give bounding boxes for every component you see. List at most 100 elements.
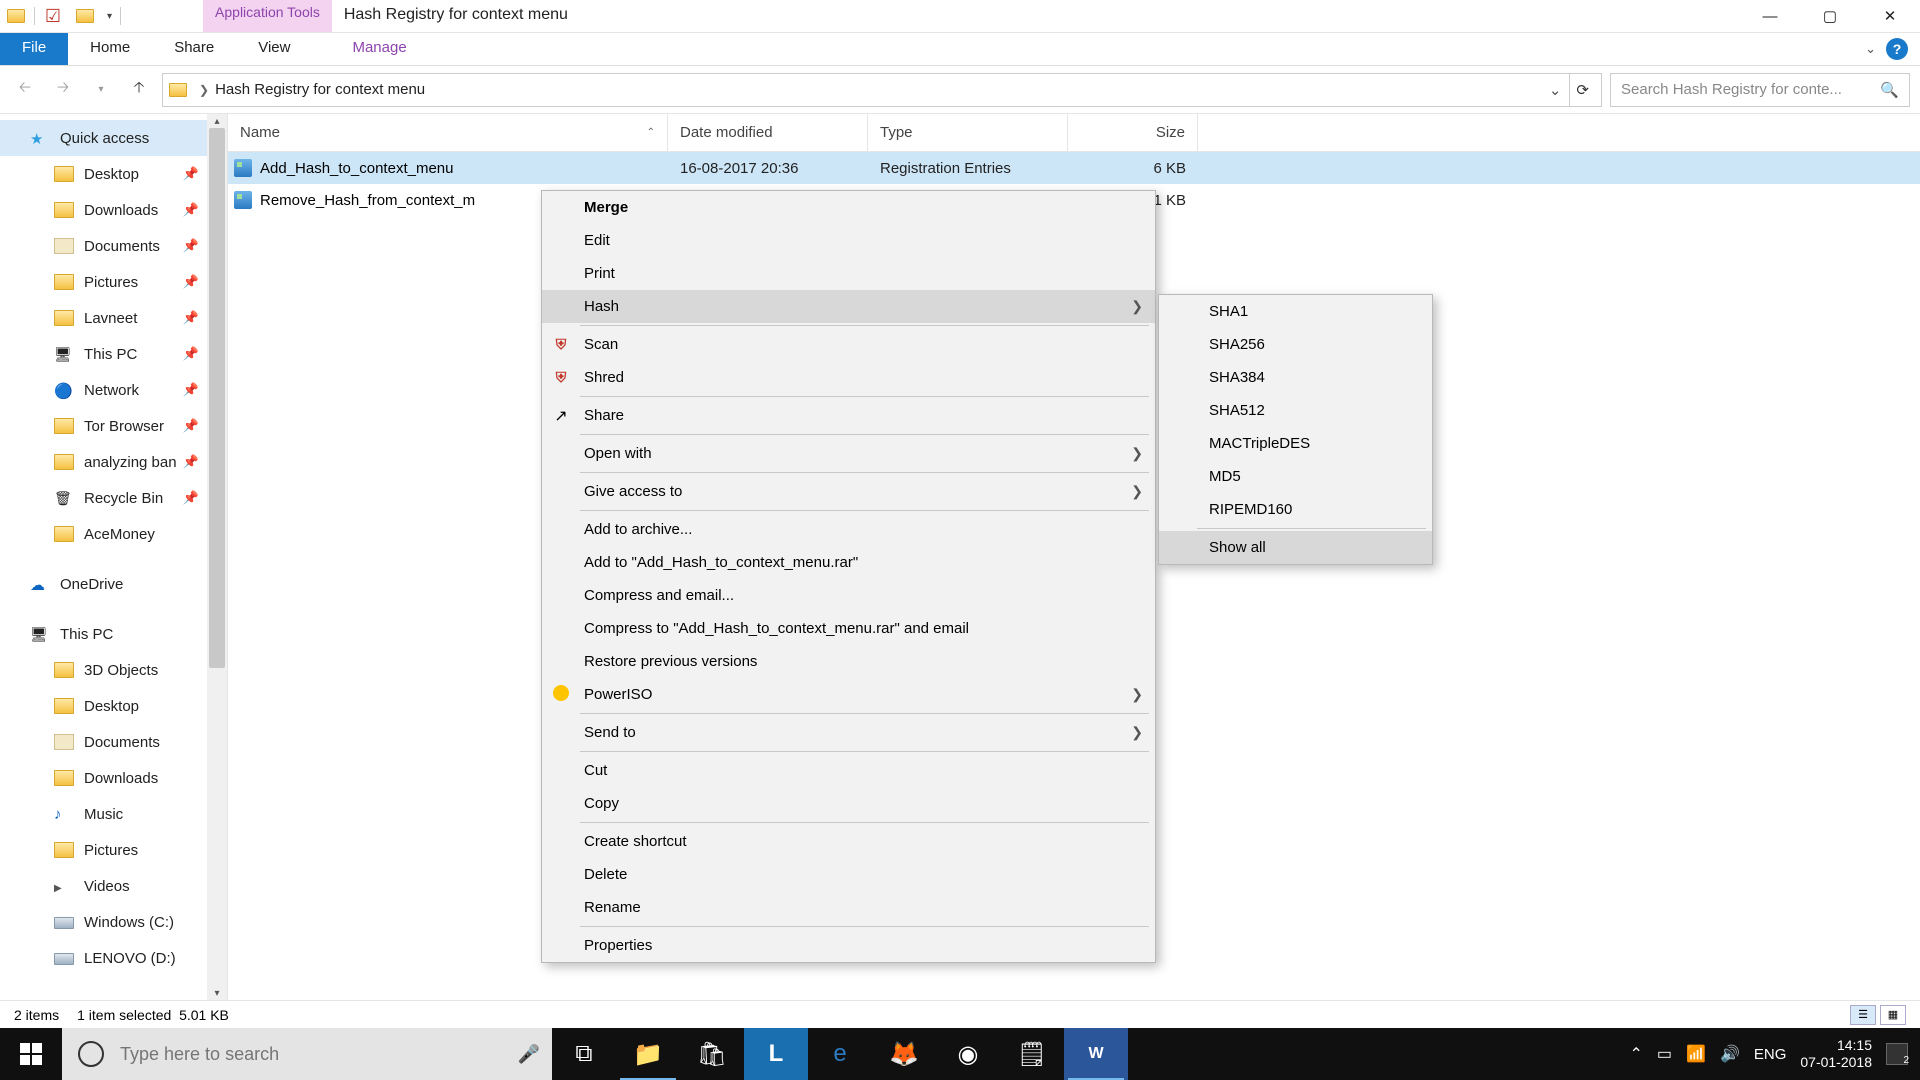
nav-item[interactable]: OneDrive: [0, 566, 227, 602]
taskbar-app-explorer[interactable]: 📁: [616, 1028, 680, 1080]
file-row[interactable]: Add_Hash_to_context_menu16-08-2017 20:36…: [228, 152, 1920, 184]
microphone-icon[interactable]: 🎤: [506, 1044, 552, 1065]
menu-item[interactable]: ⛨Scan: [542, 328, 1155, 361]
menu-item[interactable]: Rename: [542, 891, 1155, 924]
menu-item[interactable]: SHA384: [1159, 361, 1432, 394]
ribbon-collapse-icon[interactable]: ⌄: [1865, 41, 1876, 57]
column-date[interactable]: Date modified: [668, 114, 868, 151]
nav-item[interactable]: LENOVO (D:): [0, 940, 227, 976]
column-size[interactable]: Size: [1068, 114, 1198, 151]
menu-item[interactable]: RIPEMD160: [1159, 493, 1432, 526]
menu-item[interactable]: Copy: [542, 787, 1155, 820]
menu-item[interactable]: SHA512: [1159, 394, 1432, 427]
nav-item[interactable]: AceMoney: [0, 516, 227, 552]
taskbar-search-input[interactable]: [120, 1044, 506, 1065]
nav-item[interactable]: Downloads📌: [0, 192, 227, 228]
address-dropdown-icon[interactable]: ⌄: [1541, 81, 1570, 99]
nav-item[interactable]: Lavneet📌: [0, 300, 227, 336]
menu-item[interactable]: SHA256: [1159, 328, 1432, 361]
nav-item[interactable]: Music: [0, 796, 227, 832]
chevron-right-icon[interactable]: ❯: [193, 83, 215, 97]
tab-file[interactable]: File: [0, 33, 68, 65]
scroll-up-icon[interactable]: ▴: [209, 114, 225, 128]
menu-item[interactable]: ⛨Shred: [542, 361, 1155, 394]
tab-view[interactable]: View: [236, 33, 312, 65]
nav-item[interactable]: Desktop📌: [0, 156, 227, 192]
wifi-icon[interactable]: 📶: [1686, 1044, 1706, 1064]
details-view-button[interactable]: ☰: [1850, 1005, 1876, 1025]
search-icon[interactable]: 🔍: [1880, 81, 1899, 99]
taskbar-app-firefox[interactable]: 🦊: [872, 1028, 936, 1080]
taskbar-app-edge[interactable]: e: [808, 1028, 872, 1080]
menu-item[interactable]: Show all: [1159, 531, 1432, 564]
help-button[interactable]: ?: [1886, 38, 1908, 60]
task-view-button[interactable]: ⧉: [552, 1028, 616, 1080]
menu-item[interactable]: ↗Share: [542, 399, 1155, 432]
menu-item[interactable]: Compress and email...: [542, 579, 1155, 612]
nav-item[interactable]: Recycle Bin📌: [0, 480, 227, 516]
menu-item[interactable]: Restore previous versions: [542, 645, 1155, 678]
menu-item[interactable]: Merge: [542, 191, 1155, 224]
thumbnails-view-button[interactable]: ▦: [1880, 1005, 1906, 1025]
qat-dropdown-icon[interactable]: ▾: [101, 11, 118, 22]
menu-item[interactable]: Compress to "Add_Hash_to_context_menu.ra…: [542, 612, 1155, 645]
menu-item[interactable]: Cut: [542, 754, 1155, 787]
column-name[interactable]: Name ⌃: [228, 114, 668, 151]
nav-item[interactable]: Windows (C:): [0, 904, 227, 940]
new-folder-icon[interactable]: [69, 0, 101, 32]
refresh-button[interactable]: ⟳: [1569, 74, 1595, 106]
maximize-button[interactable]: ▢: [1800, 0, 1860, 32]
menu-item[interactable]: Properties: [542, 929, 1155, 962]
menu-item[interactable]: Edit: [542, 224, 1155, 257]
nav-item[interactable]: This PC: [0, 616, 227, 652]
nav-item[interactable]: Tor Browser📌: [0, 408, 227, 444]
language-indicator[interactable]: ENG: [1754, 1046, 1787, 1063]
nav-item[interactable]: Documents📌: [0, 228, 227, 264]
menu-item[interactable]: MACTripleDES: [1159, 427, 1432, 460]
tab-share[interactable]: Share: [152, 33, 236, 65]
scrollbar[interactable]: ▴ ▾: [207, 114, 227, 1000]
start-button[interactable]: [0, 1028, 62, 1080]
tab-manage[interactable]: Manage: [330, 33, 428, 65]
volume-icon[interactable]: 🔊: [1720, 1044, 1740, 1064]
tab-home[interactable]: Home: [68, 33, 152, 65]
nav-item[interactable]: Desktop: [0, 688, 227, 724]
address-path[interactable]: Hash Registry for context menu: [215, 81, 425, 98]
menu-item[interactable]: Add to archive...: [542, 513, 1155, 546]
nav-item[interactable]: Network📌: [0, 372, 227, 408]
menu-item[interactable]: Create shortcut: [542, 825, 1155, 858]
nav-item[interactable]: Pictures📌: [0, 264, 227, 300]
menu-item[interactable]: Delete: [542, 858, 1155, 891]
taskbar-app-lenovo[interactable]: L: [744, 1028, 808, 1080]
battery-icon[interactable]: ▭: [1657, 1044, 1672, 1064]
taskbar-app-chrome[interactable]: ◉: [936, 1028, 1000, 1080]
taskbar-app-word[interactable]: W: [1064, 1028, 1128, 1080]
search-box[interactable]: 🔍: [1610, 73, 1910, 107]
forward-button[interactable]: 🡢: [48, 75, 78, 105]
scroll-thumb[interactable]: [209, 128, 225, 668]
close-button[interactable]: ✕: [1860, 0, 1920, 32]
taskbar-app-stickynotes[interactable]: 🗒: [1000, 1028, 1064, 1080]
tray-overflow-icon[interactable]: ⌃: [1629, 1044, 1642, 1064]
menu-item[interactable]: MD5: [1159, 460, 1432, 493]
menu-item[interactable]: PowerISO❯: [542, 678, 1155, 711]
search-input[interactable]: [1621, 81, 1880, 98]
clock[interactable]: 14:15 07-01-2018: [1800, 1037, 1872, 1071]
nav-item[interactable]: Pictures: [0, 832, 227, 868]
scroll-down-icon[interactable]: ▾: [209, 986, 225, 1000]
menu-item[interactable]: Give access to❯: [542, 475, 1155, 508]
minimize-button[interactable]: —: [1740, 0, 1800, 32]
app-folder-icon[interactable]: [0, 0, 32, 32]
nav-item[interactable]: This PC📌: [0, 336, 227, 372]
address-box[interactable]: ❯ Hash Registry for context menu ⌄ ⟳: [162, 73, 1602, 107]
up-button[interactable]: 🡡: [124, 75, 154, 105]
nav-item[interactable]: Quick access: [0, 120, 227, 156]
menu-item[interactable]: SHA1: [1159, 295, 1432, 328]
menu-item[interactable]: Hash❯: [542, 290, 1155, 323]
back-button[interactable]: 🡠: [10, 75, 40, 105]
nav-item[interactable]: 3D Objects: [0, 652, 227, 688]
menu-item[interactable]: Print: [542, 257, 1155, 290]
taskbar-app-store[interactable]: 🛍: [680, 1028, 744, 1080]
nav-item[interactable]: analyzing ban📌: [0, 444, 227, 480]
action-center-icon[interactable]: [1886, 1043, 1908, 1065]
